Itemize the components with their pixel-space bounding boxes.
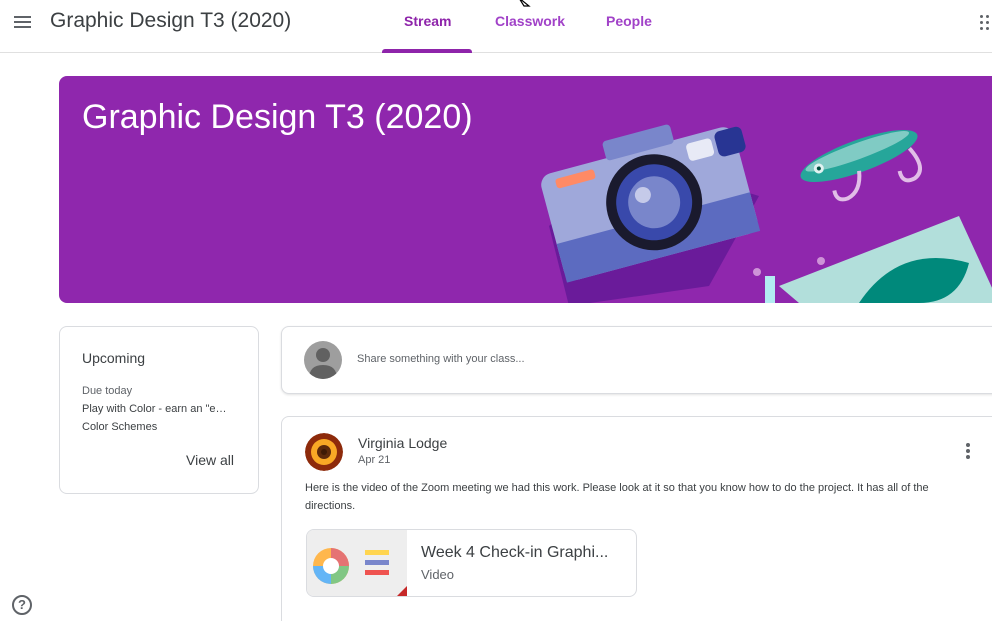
- top-app-bar: Graphic Design T3 (2020) Stream Classwor…: [0, 0, 992, 53]
- video-thumbnail: [307, 530, 407, 596]
- tab-classwork[interactable]: Classwork: [495, 13, 565, 29]
- share-placeholder: Share something with your class...: [357, 353, 525, 365]
- hamburger-menu-icon[interactable]: [12, 12, 34, 32]
- attachment-title: Week 4 Check-in Graphi...: [421, 544, 609, 561]
- post-body: Here is the video of the Zoom meeting we…: [305, 482, 929, 512]
- class-banner: Graphic Design T3 (2020): [59, 76, 992, 303]
- more-options-icon[interactable]: [962, 443, 974, 461]
- video-attachment[interactable]: Week 4 Check-in Graphi... Video: [306, 529, 637, 597]
- help-circle-icon[interactable]: ?: [12, 595, 32, 615]
- share-announcement-box[interactable]: Share something with your class...: [281, 326, 992, 394]
- author-avatar: [305, 433, 343, 471]
- upcoming-card: Upcoming Due today Play with Color - ear…: [59, 326, 259, 494]
- stream-post: Virginia Lodge Apr 21 Here is the video …: [281, 416, 992, 621]
- upcoming-item[interactable]: Color Schemes: [82, 421, 157, 433]
- attachment-type: Video: [421, 567, 455, 582]
- upcoming-title: Upcoming: [82, 350, 146, 366]
- banner-title[interactable]: Graphic Design T3 (2020): [82, 98, 473, 137]
- mouse-cursor-icon: [519, 0, 531, 7]
- post-date: Apr 21: [358, 454, 391, 466]
- view-all-link[interactable]: View all: [186, 452, 234, 468]
- tab-stream[interactable]: Stream: [404, 13, 451, 29]
- class-title[interactable]: Graphic Design T3 (2020): [50, 9, 291, 33]
- tab-people[interactable]: People: [606, 13, 652, 29]
- due-today-label: Due today: [82, 385, 133, 397]
- camera-fishing-lure-illustration: [541, 124, 992, 303]
- active-tab-indicator: [382, 49, 472, 53]
- post-author: Virginia Lodge: [358, 435, 448, 451]
- apps-grid-icon[interactable]: [980, 15, 992, 31]
- upcoming-item[interactable]: Play with Color - earn an "e…: [82, 403, 227, 415]
- user-avatar: [304, 341, 342, 379]
